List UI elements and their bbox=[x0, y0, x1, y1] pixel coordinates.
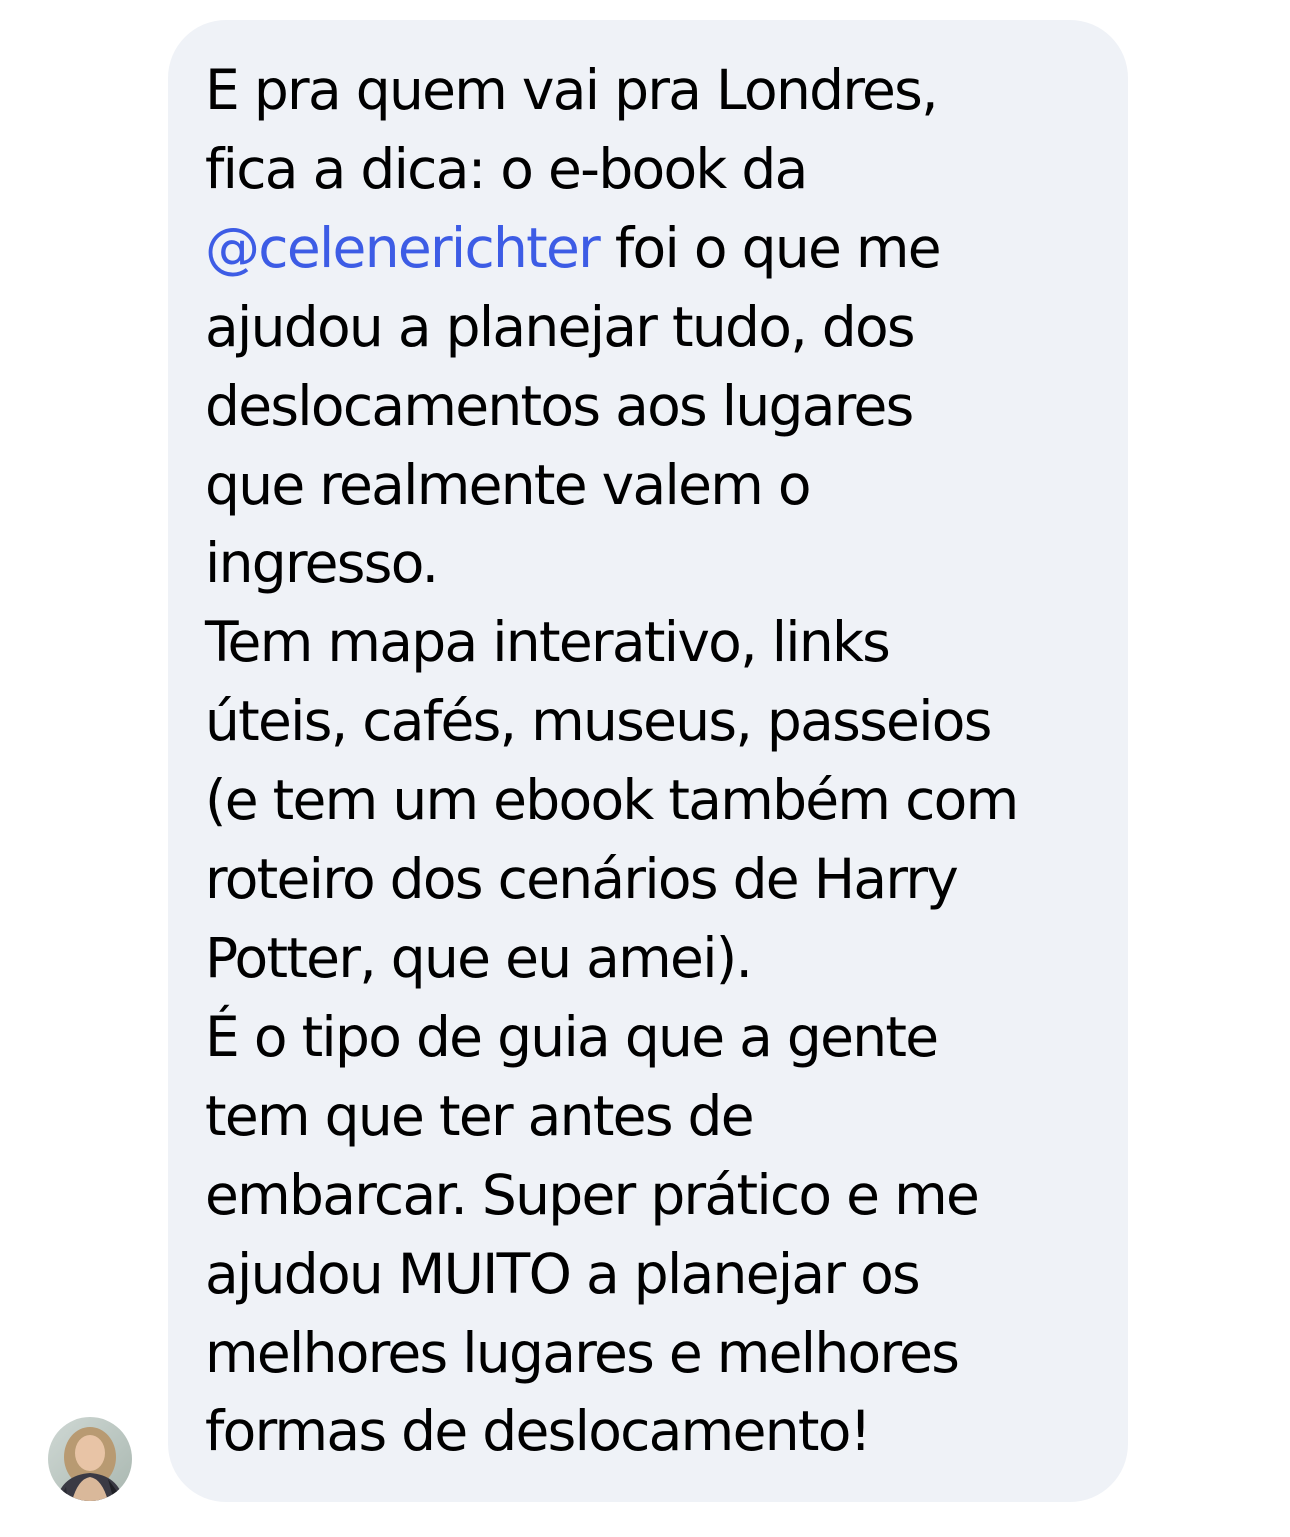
message-line: melhores lugares e melhores bbox=[205, 1320, 960, 1385]
message-line: formas de deslocamento! bbox=[205, 1399, 872, 1464]
message-line: fica a dica: o e-book da bbox=[205, 136, 808, 201]
message-line: É o tipo de guia que a gente bbox=[205, 1004, 939, 1069]
message-line: ingresso. bbox=[205, 531, 439, 596]
message-line: roteiro dos cenários de Harry bbox=[205, 847, 959, 912]
chat-screen: E pra quem vai pra Londres, fica a dica:… bbox=[0, 0, 1290, 1537]
message-line: ajudou a planejar tudo, dos bbox=[205, 294, 916, 359]
message-line: que realmente valem o bbox=[205, 452, 812, 517]
profile-photo-avatar-icon bbox=[48, 1417, 132, 1501]
message-line: tem que ter antes de bbox=[205, 1083, 755, 1148]
message-line: úteis, cafés, museus, passeios bbox=[205, 689, 992, 754]
message-line: Tem mapa interativo, links bbox=[205, 610, 891, 675]
mention-link[interactable]: @celenerichter bbox=[205, 216, 601, 280]
message-line: (e tem um ebook também com bbox=[205, 768, 1019, 833]
sender-avatar[interactable] bbox=[48, 1417, 132, 1501]
message-line: embarcar. Super prático e me bbox=[205, 1162, 980, 1227]
message-line: Potter, que eu amei). bbox=[205, 925, 753, 990]
message-line: deslocamentos aos lugares bbox=[205, 373, 914, 438]
message-line: ajudou MUITO a planejar os bbox=[205, 1241, 921, 1306]
mention-line-rest: foi o que me bbox=[599, 215, 942, 280]
message-line: E pra quem vai pra Londres, bbox=[205, 58, 939, 122]
message-line-with-mention: @celenerichter foi o que me bbox=[205, 209, 1105, 288]
message-text: E pra quem vai pra Londres, fica a dica:… bbox=[205, 51, 1105, 1471]
